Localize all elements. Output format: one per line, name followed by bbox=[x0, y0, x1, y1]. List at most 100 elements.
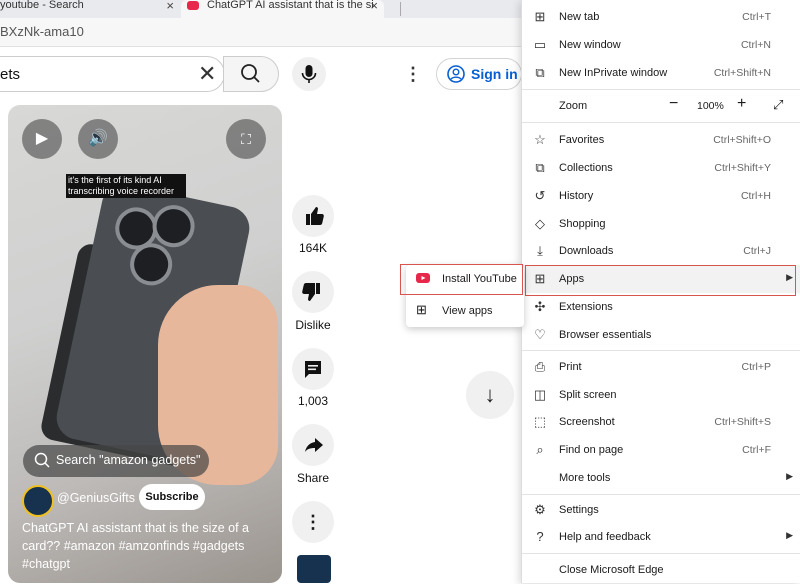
address-text: BXzNk-ama10 bbox=[0, 24, 84, 39]
menu-item-more-tools[interactable]: More tools ▶ bbox=[522, 464, 800, 492]
like-count: 164K bbox=[298, 241, 328, 255]
share-icon bbox=[305, 438, 323, 452]
chevron-right-icon: ▶ bbox=[786, 471, 793, 481]
apps-icon: ⊞ bbox=[416, 302, 427, 317]
menu-label: More tools bbox=[559, 472, 611, 484]
close-icon[interactable]: × bbox=[370, 0, 378, 12]
menu-item-close-edge[interactable]: Close Microsoft Edge bbox=[522, 556, 800, 584]
menu-shortcut: Ctrl+Shift+S bbox=[714, 416, 771, 428]
menu-label: Downloads bbox=[559, 245, 614, 257]
menu-shortcut: Ctrl+N bbox=[740, 39, 771, 51]
menu-item-favorites[interactable]: ☆ Favorites Ctrl+Shift+O bbox=[522, 126, 800, 154]
sign-in-button[interactable]: Sign in bbox=[436, 58, 522, 90]
menu-label: New InPrivate window bbox=[559, 67, 668, 79]
zoom-in-icon[interactable]: + bbox=[737, 95, 746, 113]
more-actions-icon[interactable]: ⋮ bbox=[292, 501, 334, 543]
menu-item-split-screen[interactable]: ◫ Split screen bbox=[522, 381, 800, 409]
subscribe-button[interactable]: Subscribe bbox=[139, 484, 205, 510]
menu-label: Zoom bbox=[559, 100, 588, 112]
like-button[interactable] bbox=[292, 195, 334, 237]
zoom-out-icon[interactable]: − bbox=[669, 95, 678, 113]
menu-item-help[interactable]: ? Help and feedback ▶ bbox=[522, 523, 800, 551]
favorites-icon: ☆ bbox=[534, 132, 546, 147]
next-video-arrow-icon[interactable]: ↓ bbox=[466, 371, 514, 419]
menu-label: New tab bbox=[559, 11, 600, 23]
search-chip[interactable]: Search "amazon gadgets" bbox=[23, 445, 209, 477]
voice-search-button[interactable] bbox=[292, 57, 326, 91]
menu-item-downloads[interactable]: ⤓ Downloads Ctrl+J bbox=[522, 237, 800, 265]
tab-youtube-search[interactable]: youtube - Search × bbox=[0, 0, 180, 18]
menu-item-collections[interactable]: ⧉ Collections Ctrl+Shift+Y bbox=[522, 154, 800, 182]
search-chip-label: Search "amazon gadgets" bbox=[56, 453, 201, 467]
print-icon: ⎙ bbox=[534, 359, 546, 374]
menu-item-history[interactable]: ↺ History Ctrl+H bbox=[522, 182, 800, 210]
view-apps-item[interactable]: ⊞ View apps bbox=[406, 297, 524, 325]
menu-shortcut: Ctrl+Shift+O bbox=[713, 134, 771, 146]
menu-item-find-on-page[interactable]: ⌕ Find on page Ctrl+F bbox=[522, 436, 800, 464]
search-icon bbox=[34, 452, 50, 468]
menu-item-browser-essentials[interactable]: ♡ Browser essentials bbox=[522, 321, 800, 349]
video-player[interactable]: ▶ 🔊 ⛶ it's the first of its kind AI tran… bbox=[8, 105, 282, 583]
menu-label: Screenshot bbox=[559, 416, 615, 428]
comment-count: 1,003 bbox=[297, 394, 329, 408]
menu-label: Collections bbox=[559, 162, 613, 174]
clear-icon[interactable]: ✕ bbox=[198, 61, 216, 87]
comment-icon bbox=[305, 361, 321, 378]
dislike-button[interactable] bbox=[292, 271, 334, 313]
menu-item-extensions[interactable]: ✣ Extensions bbox=[522, 293, 800, 321]
video-description: ChatGPT AI assistant that is the size of… bbox=[22, 521, 249, 571]
tab-label: youtube - Search bbox=[0, 0, 84, 11]
menu-item-inprivate[interactable]: ⧉ New InPrivate window Ctrl+Shift+N bbox=[522, 59, 800, 87]
channel-thumbnail[interactable] bbox=[297, 555, 331, 583]
divider bbox=[522, 494, 800, 495]
browser-menu: ⊞ New tab Ctrl+T ▭ New window Ctrl+N ⧉ N… bbox=[521, 0, 800, 583]
share-label: Share bbox=[296, 471, 330, 485]
divider bbox=[522, 89, 800, 90]
menu-shortcut: Ctrl+Shift+Y bbox=[714, 162, 771, 174]
menu-item-print[interactable]: ⎙ Print Ctrl+P bbox=[522, 353, 800, 381]
channel-name[interactable]: @GeniusGifts bbox=[57, 491, 135, 505]
install-youtube-highlight bbox=[400, 264, 523, 295]
volume-icon[interactable]: 🔊 bbox=[78, 119, 118, 159]
menu-label: Settings bbox=[559, 504, 599, 516]
menu-label: Split screen bbox=[559, 389, 617, 401]
close-icon[interactable]: × bbox=[166, 0, 174, 12]
menu-label: Browser essentials bbox=[559, 329, 652, 341]
menu-item-screenshot[interactable]: ⬚ Screenshot Ctrl+Shift+S bbox=[522, 408, 800, 436]
menu-shortcut: Ctrl+H bbox=[740, 190, 771, 202]
menu-shortcut: Ctrl+J bbox=[743, 245, 771, 257]
menu-item-settings[interactable]: ⚙ Settings bbox=[522, 496, 800, 524]
tab-label: ChatGPT AI assistant that is the si bbox=[207, 0, 374, 11]
menu-item-new-tab[interactable]: ⊞ New tab Ctrl+T bbox=[522, 3, 800, 31]
chevron-right-icon: ▶ bbox=[786, 530, 793, 540]
search-button[interactable] bbox=[223, 56, 279, 92]
divider bbox=[522, 122, 800, 123]
collections-icon: ⧉ bbox=[535, 160, 545, 175]
menu-label: Help and feedback bbox=[559, 531, 651, 543]
mic-icon bbox=[301, 65, 317, 83]
menu-shortcut: Ctrl+P bbox=[741, 361, 771, 373]
fullscreen-icon[interactable]: ⛶ bbox=[226, 119, 266, 159]
menu-label: View apps bbox=[442, 305, 493, 317]
more-options-icon[interactable]: ⋮ bbox=[404, 64, 422, 85]
menu-label: Shopping bbox=[559, 218, 606, 230]
heart-pulse-icon: ♡ bbox=[534, 327, 546, 342]
search-input[interactable]: ets ✕ bbox=[0, 56, 225, 92]
sign-in-label: Sign in bbox=[471, 66, 518, 82]
tab-chatgpt-video[interactable]: ChatGPT AI assistant that is the si × bbox=[181, 0, 384, 18]
download-icon: ⤓ bbox=[537, 243, 543, 258]
account-icon bbox=[447, 65, 465, 83]
menu-shortcut: Ctrl+T bbox=[742, 11, 771, 23]
fullscreen-icon[interactable]: ⤢ bbox=[773, 97, 783, 113]
divider bbox=[522, 553, 800, 554]
window-icon: ▭ bbox=[533, 37, 547, 52]
share-button[interactable] bbox=[292, 424, 334, 466]
search-query: ets bbox=[0, 66, 21, 83]
screenshot-icon: ⬚ bbox=[533, 414, 547, 429]
tab-divider bbox=[400, 2, 401, 16]
menu-item-shopping[interactable]: ◇ Shopping bbox=[522, 210, 800, 238]
channel-avatar[interactable] bbox=[22, 485, 54, 517]
play-icon[interactable]: ▶ bbox=[22, 119, 62, 159]
comments-button[interactable] bbox=[292, 348, 334, 390]
menu-item-new-window[interactable]: ▭ New window Ctrl+N bbox=[522, 31, 800, 59]
